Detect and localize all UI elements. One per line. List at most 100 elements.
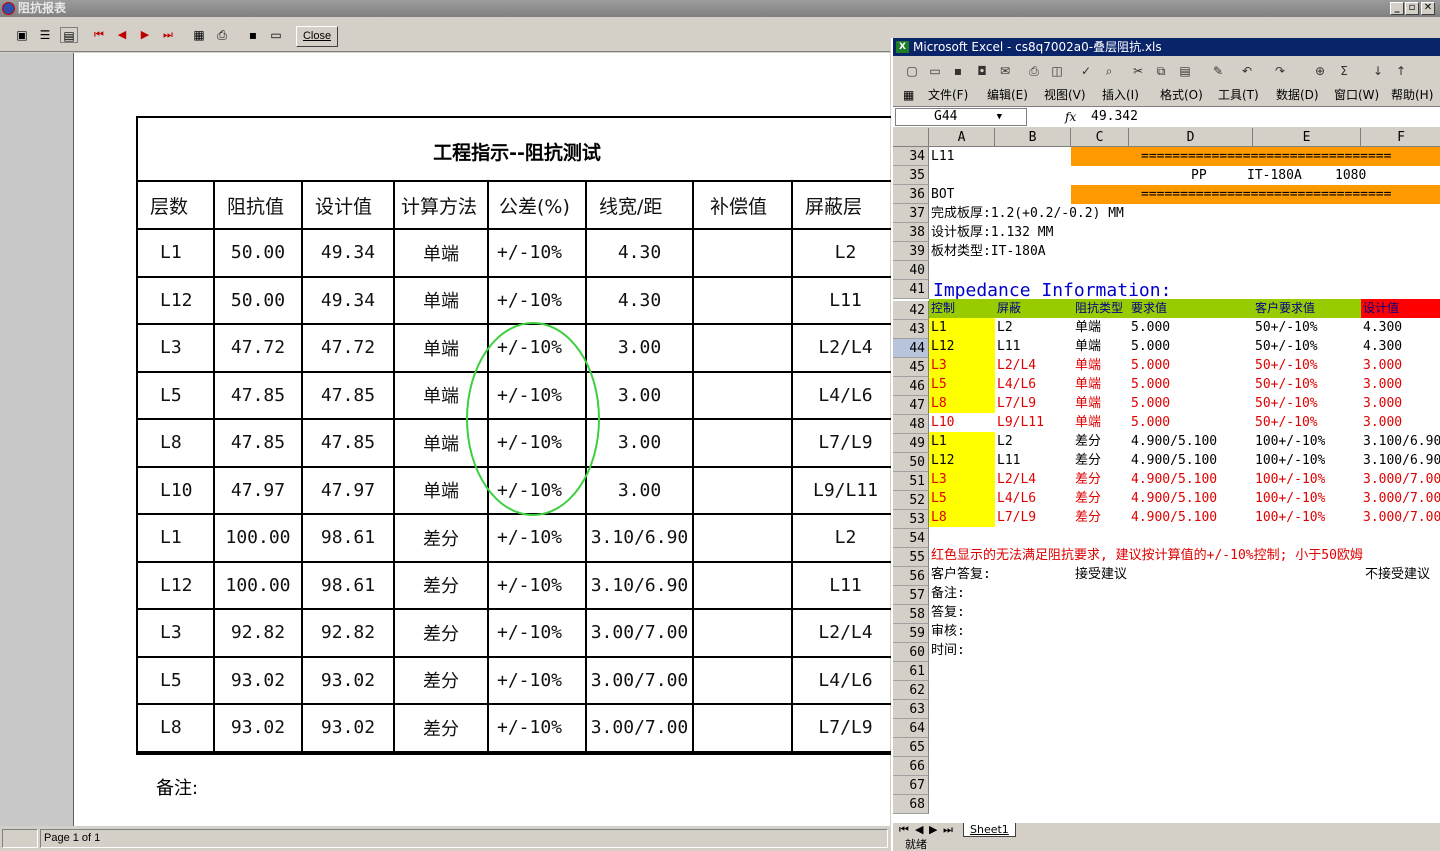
impedance-cell[interactable]: 3.000/7.00 (1363, 470, 1440, 489)
menu-view[interactable]: 视图(V) (1044, 85, 1086, 105)
hdr-imp-type[interactable]: 阻抗类型 (1075, 299, 1123, 318)
row-header[interactable]: 53 (893, 510, 929, 529)
row-header[interactable]: 59 (893, 624, 929, 643)
impedance-cell[interactable]: 差分 (1075, 489, 1101, 508)
menu-insert[interactable]: 插入(I) (1102, 85, 1139, 105)
menu-window[interactable]: 窗口(W) (1334, 85, 1379, 105)
print-icon[interactable]: ⎙ (1025, 62, 1043, 80)
impedance-cell[interactable]: 50+/-10% (1255, 356, 1318, 375)
impedance-cell[interactable]: L8 (931, 394, 947, 413)
workbook-icon[interactable]: ▦ (903, 85, 914, 105)
impedance-cell[interactable]: L3 (931, 356, 947, 375)
row-header[interactable]: 43 (893, 320, 929, 339)
email-icon[interactable]: ✉ (996, 62, 1014, 80)
impedance-cell[interactable]: 3.000 (1363, 394, 1402, 413)
impedance-cell[interactable]: 5.000 (1131, 413, 1170, 432)
cell-e35[interactable]: IT-180A (1247, 166, 1302, 185)
col-header-f[interactable]: F (1361, 128, 1440, 147)
impedance-cell[interactable]: 5.000 (1131, 318, 1170, 337)
open-icon[interactable]: ▭ (926, 62, 944, 80)
cell-a34[interactable]: L11 (931, 147, 954, 166)
menu-file[interactable]: 文件(F) (928, 85, 968, 105)
row-header[interactable]: 57 (893, 586, 929, 605)
restore-button[interactable]: ▫ (1405, 2, 1419, 15)
impedance-cell[interactable]: 3.000/7.00 (1363, 508, 1440, 527)
page-width-icon[interactable]: ▤ (60, 27, 78, 43)
impedance-cell[interactable]: 100+/-10% (1255, 432, 1325, 451)
impedance-cell[interactable]: L8 (931, 508, 947, 527)
menu-tools[interactable]: 工具(T) (1218, 85, 1259, 105)
copy-icon[interactable]: ⧉ (1152, 62, 1170, 80)
sheet-nav-first-icon[interactable]: ⏮ (899, 823, 909, 837)
menu-edit[interactable]: 编辑(E) (987, 85, 1028, 105)
cell-a36[interactable]: BOT (931, 185, 954, 204)
hdr-customer-req[interactable]: 客户要求值 (1255, 299, 1315, 318)
impedance-cell[interactable]: 50+/-10% (1255, 413, 1318, 432)
sheet-nav-next-icon[interactable]: ▶ (929, 823, 937, 836)
impedance-cell[interactable]: L4/L6 (997, 489, 1036, 508)
impedance-cell[interactable]: 50+/-10% (1255, 318, 1318, 337)
row-header[interactable]: 56 (893, 567, 929, 586)
row-header[interactable]: 58 (893, 605, 929, 624)
impedance-cell[interactable]: 50+/-10% (1255, 337, 1318, 356)
select-all-corner[interactable] (893, 128, 929, 147)
impedance-cell[interactable]: 4.900/5.100 (1131, 508, 1217, 527)
row-header[interactable]: 38 (893, 223, 929, 242)
row-header[interactable]: 64 (893, 719, 929, 738)
row-header[interactable]: 47 (893, 396, 929, 415)
fx-icon[interactable]: fx (1065, 108, 1076, 126)
col-header-b[interactable]: B (995, 128, 1071, 147)
col-header-e[interactable]: E (1253, 128, 1361, 147)
impedance-cell[interactable]: L5 (931, 375, 947, 394)
impedance-cell[interactable]: L11 (997, 451, 1020, 470)
sort-asc-icon[interactable]: ↓ (1369, 62, 1387, 80)
impedance-cell[interactable]: 差分 (1075, 508, 1101, 527)
row-header[interactable]: 41 (893, 280, 929, 299)
paste-icon[interactable]: ▤ (1176, 62, 1194, 80)
impedance-cell[interactable]: L5 (931, 489, 947, 508)
cell-a37[interactable]: 完成板厚:1.2(+0.2/-0.2) MM (931, 204, 1124, 223)
row-header[interactable]: 45 (893, 358, 929, 377)
permission-icon[interactable]: ◘ (973, 62, 991, 80)
col-header-d[interactable]: D (1129, 128, 1253, 147)
sheet-nav-last-icon[interactable]: ⏭ (943, 823, 953, 837)
impedance-cell[interactable]: 单端 (1075, 318, 1101, 337)
impedance-cell[interactable]: 5.000 (1131, 375, 1170, 394)
impedance-cell[interactable]: 100+/-10% (1255, 451, 1325, 470)
cell-a41-heading[interactable]: Impedance Information: (933, 280, 1171, 301)
cut-icon[interactable]: ✂ (1129, 62, 1147, 80)
impedance-cell[interactable]: L9/L11 (997, 413, 1044, 432)
row-header[interactable]: 48 (893, 415, 929, 434)
cell-a56[interactable]: 客户答复: (931, 565, 991, 584)
cell-f56[interactable]: 不接受建议 (1365, 565, 1430, 584)
impedance-cell[interactable]: 4.900/5.100 (1131, 489, 1217, 508)
close-window-button[interactable]: ✕ (1421, 2, 1435, 15)
hdr-required[interactable]: 要求值 (1131, 299, 1167, 318)
autosum-icon[interactable]: Σ (1335, 62, 1353, 80)
open-folder-icon[interactable]: ▭ (267, 27, 285, 43)
impedance-cell[interactable]: 差分 (1075, 432, 1101, 451)
hdr-control[interactable]: 控制 (931, 299, 955, 318)
cell-a39[interactable]: 板材类型:IT-180A (931, 242, 1046, 261)
cell-a58[interactable]: 答复: (931, 603, 965, 622)
sort-desc-icon[interactable]: ↑ (1392, 62, 1410, 80)
impedance-cell[interactable]: L11 (997, 337, 1020, 356)
row-header[interactable]: 50 (893, 453, 929, 472)
redo-icon[interactable]: ↷ (1271, 62, 1289, 80)
cell-c34-bar[interactable]: ================================ (1071, 147, 1440, 166)
row-header[interactable]: 52 (893, 491, 929, 510)
row-header[interactable]: 40 (893, 261, 929, 280)
impedance-cell[interactable]: 单端 (1075, 337, 1101, 356)
impedance-cell[interactable]: 4.900/5.100 (1131, 451, 1217, 470)
impedance-cell[interactable]: 差分 (1075, 451, 1101, 470)
save-icon[interactable]: ▪ (949, 62, 967, 80)
impedance-cell[interactable]: L2 (997, 432, 1013, 451)
row-header[interactable]: 68 (893, 795, 929, 814)
impedance-cell[interactable]: L1 (931, 432, 947, 451)
impedance-cell[interactable]: 3.000 (1363, 375, 1402, 394)
row-header[interactable]: 37 (893, 204, 929, 223)
impedance-cell[interactable]: L2/L4 (997, 356, 1036, 375)
name-box[interactable]: G44 ▼ (895, 108, 1027, 126)
impedance-cell[interactable]: 单端 (1075, 375, 1101, 394)
impedance-cell[interactable]: L7/L9 (997, 394, 1036, 413)
